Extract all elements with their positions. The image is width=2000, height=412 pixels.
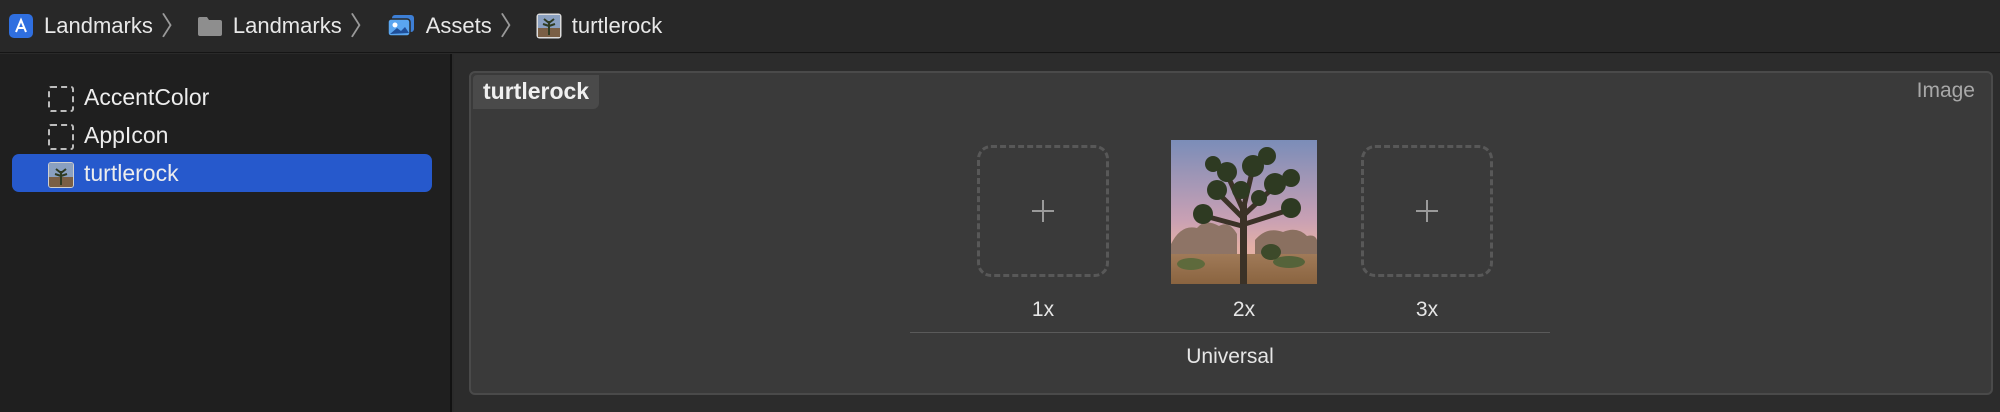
breadcrumb-separator: 〉 <box>499 11 526 41</box>
image-well-1x[interactable] <box>977 145 1109 277</box>
image-well-3x[interactable] <box>1361 145 1493 277</box>
image-set-title[interactable]: turtlerock <box>473 75 600 109</box>
image-well-2x[interactable] <box>1171 140 1317 284</box>
breadcrumb-separator: 〉 <box>349 11 376 41</box>
asset-list-item[interactable]: AccentColor <box>12 78 432 116</box>
image-set-panel: turtlerock Image 1x 2x 3x Universal <box>469 71 1993 395</box>
breadcrumb-label: Landmarks <box>232 13 342 38</box>
plus-icon <box>980 148 1106 274</box>
asset-list-item-label: turtlerock <box>84 159 179 186</box>
breadcrumb-image-set[interactable]: turtlerock <box>536 6 662 46</box>
scale-label-3x: 3x <box>1415 298 1439 321</box>
image-set-icon <box>48 162 74 188</box>
idiom-divider <box>910 332 1550 333</box>
scale-label-2x: 2x <box>1232 298 1256 321</box>
plus-icon <box>1364 148 1490 274</box>
asset-list-item[interactable]: AppIcon <box>12 116 432 154</box>
asset-editor: turtlerock Image 1x 2x 3x Universal <box>454 54 2000 412</box>
color-set-icon <box>48 86 74 112</box>
asset-list: AccentColor AppIcon turtlerock <box>0 54 452 412</box>
breadcrumb-label: turtlerock <box>571 13 663 38</box>
scale-label-1x: 1x <box>1031 298 1055 321</box>
xcode-project-icon <box>8 13 34 39</box>
image-set-icon <box>536 13 562 39</box>
app-icon-set-icon <box>48 124 74 150</box>
asset-catalog-icon <box>386 14 416 38</box>
asset-list-item-label: AccentColor <box>84 83 210 110</box>
breadcrumb-label: Assets <box>425 13 492 38</box>
breadcrumb-project[interactable]: Landmarks <box>8 6 153 46</box>
breadcrumb-label: Landmarks <box>44 13 153 38</box>
breadcrumb-group[interactable]: Landmarks <box>197 6 342 46</box>
image-set-type-label: Image <box>1916 79 1975 102</box>
breadcrumb-separator: 〉 <box>160 11 187 41</box>
asset-list-item-selected[interactable]: turtlerock <box>12 154 432 192</box>
folder-icon <box>197 15 223 37</box>
breadcrumb-assets[interactable]: Assets <box>386 6 492 46</box>
turtlerock-image <box>1171 140 1317 284</box>
idiom-label: Universal <box>1186 345 1274 368</box>
breadcrumb: Landmarks 〉 Landmarks 〉 Assets 〉 turtler… <box>0 0 2000 53</box>
asset-list-item-label: AppIcon <box>84 121 169 148</box>
